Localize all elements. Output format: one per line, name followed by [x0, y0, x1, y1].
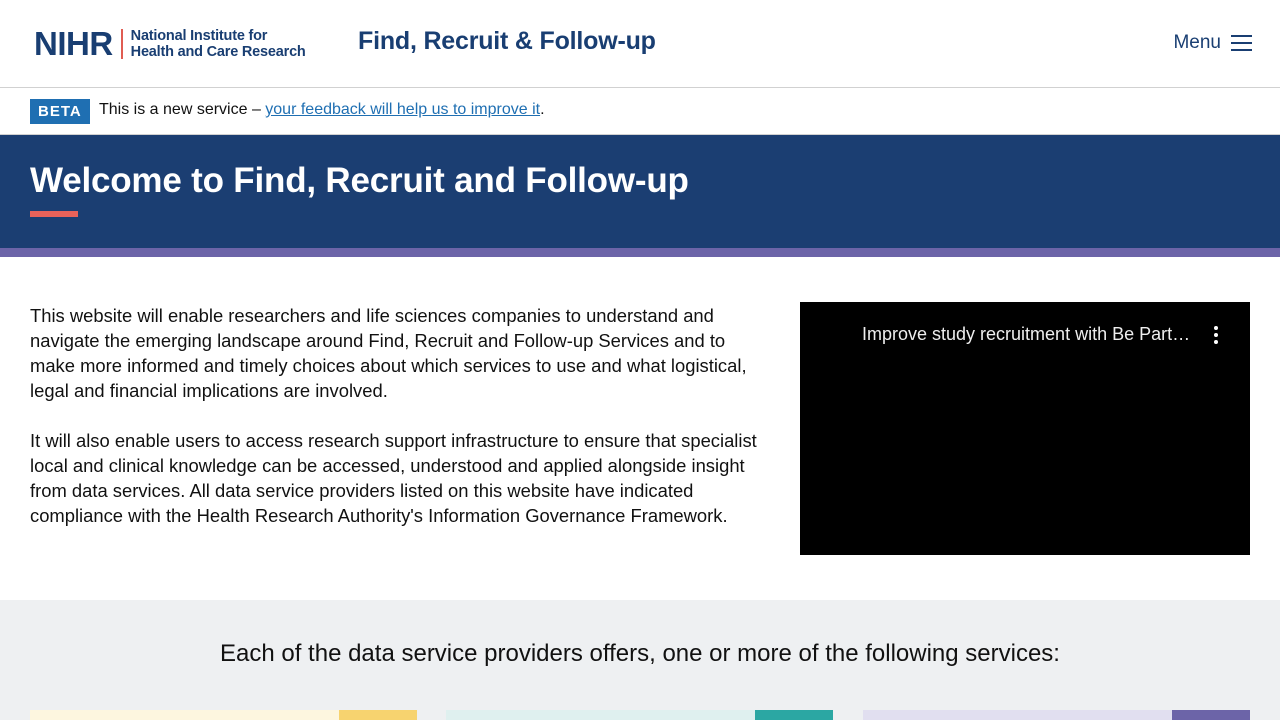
service-card-tab [1172, 710, 1250, 720]
service-card[interactable] [863, 710, 1250, 720]
site-header: NIHR National Institute for Health and C… [0, 0, 1280, 88]
hero-stripe [0, 248, 1280, 257]
nihr-logo[interactable]: NIHR National Institute for Health and C… [34, 27, 306, 61]
menu-button[interactable]: Menu [1173, 32, 1252, 54]
logo-line-1: National Institute for [130, 28, 268, 44]
logo-wordmark: National Institute for Health and Care R… [131, 28, 306, 60]
hamburger-icon [1231, 35, 1252, 51]
service-card-body [446, 710, 755, 720]
beta-text-before: This is a new service – [99, 101, 266, 118]
video-title[interactable]: Improve study recruitment with Be Part o… [862, 324, 1192, 345]
beta-banner: BETA This is a new service – your feedba… [0, 89, 1280, 135]
hero-banner: Welcome to Find, Recruit and Follow-up [0, 135, 1280, 248]
service-card[interactable] [30, 710, 417, 720]
page-title: Welcome to Find, Recruit and Follow-up [30, 161, 689, 200]
service-card-tab [339, 710, 417, 720]
logo-divider [120, 29, 123, 59]
more-options-icon[interactable] [1212, 326, 1220, 344]
beta-tag: BETA [30, 99, 90, 124]
intro-text: This website will enable researchers and… [30, 303, 760, 528]
title-underline [30, 211, 78, 217]
intro-paragraph-1: This website will enable researchers and… [30, 305, 747, 401]
service-card-body [863, 710, 1172, 720]
feedback-link[interactable]: your feedback will help us to improve it [265, 101, 540, 118]
beta-message: This is a new service – your feedback wi… [99, 101, 545, 119]
intro-paragraph-2: It will also enable users to access rese… [30, 430, 757, 526]
service-card-tab [755, 710, 833, 720]
logo-line-2: Health and Care Research [130, 44, 306, 60]
service-card[interactable] [446, 710, 833, 720]
video-player[interactable]: Improve study recruitment with Be Part o… [800, 302, 1250, 555]
menu-label: Menu [1173, 32, 1221, 53]
services-section: Each of the data service providers offer… [0, 600, 1280, 720]
service-title-link[interactable]: Find, Recruit & Follow-up [358, 27, 656, 56]
beta-text-after: . [540, 101, 545, 118]
logo-acronym: NIHR [34, 25, 113, 62]
services-heading: Each of the data service providers offer… [220, 640, 1060, 667]
service-card-body [30, 710, 339, 720]
